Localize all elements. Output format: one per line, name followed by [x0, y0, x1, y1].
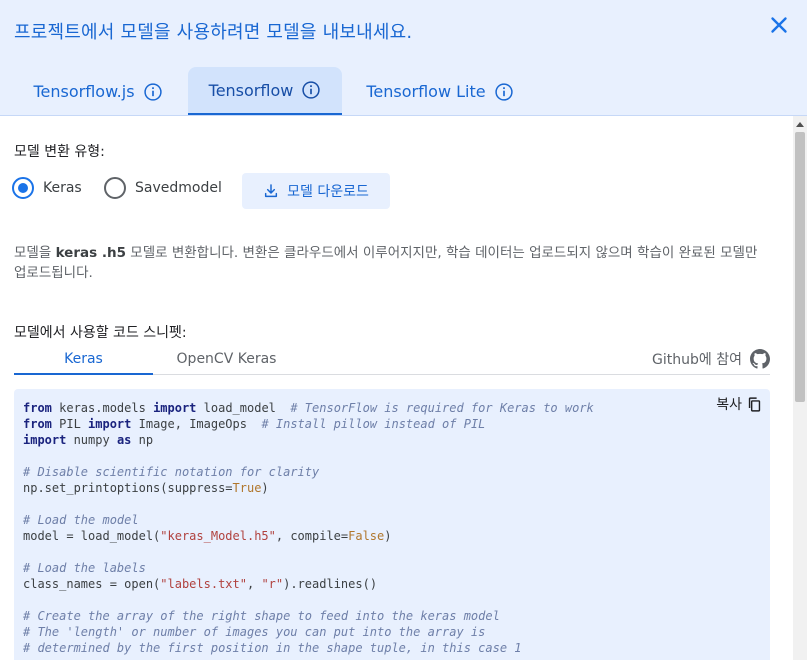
conversion-options: Keras Savedmodel 모델 다운로드 — [12, 173, 412, 209]
radio-circle — [104, 177, 126, 199]
close-icon — [771, 17, 787, 33]
download-label: 모델 다운로드 — [287, 184, 369, 200]
dialog-body: 모델 변환 유형: Keras Savedmodel 모델 다운로드 모델을 k… — [0, 116, 793, 660]
description-text: 모델을 — [14, 245, 56, 261]
info-icon[interactable] — [494, 82, 514, 102]
scroll-up-arrow[interactable] — [793, 118, 807, 130]
tab-tensorflow-lite[interactable]: Tensorflow Lite — [352, 67, 528, 116]
code-tab-keras[interactable]: Keras — [14, 351, 153, 375]
tab-label: Tensorflow Lite — [366, 82, 486, 101]
radio-label: Keras — [43, 180, 82, 196]
copy-button[interactable]: 복사 — [716, 394, 763, 414]
radio-label: Savedmodel — [135, 180, 222, 196]
code-snippet-box: 복사 from keras.models import load_model #… — [14, 389, 770, 660]
radio-keras[interactable]: Keras — [12, 177, 82, 199]
radio-circle — [12, 177, 34, 199]
copy-icon — [748, 396, 761, 412]
conversion-type-label: 모델 변환 유형: — [14, 144, 105, 160]
code-tab-opencv-keras[interactable]: OpenCV Keras — [164, 351, 289, 375]
github-label: Github에 참여 — [652, 352, 742, 368]
download-icon — [265, 184, 278, 198]
dialog-header: 프로젝트에서 모델을 사용하려면 모델을 내보내세요. Tensorflow.j… — [0, 0, 807, 116]
code-snippet-label: 모델에서 사용할 코드 스니펫: — [14, 325, 187, 341]
close-button[interactable] — [766, 12, 792, 38]
download-model-button[interactable]: 모델 다운로드 — [242, 173, 390, 209]
github-icon — [750, 349, 770, 369]
caret-up-icon — [796, 122, 804, 127]
export-tabs: Tensorflow.js Tensorflow Tensorflow Lite — [0, 67, 807, 116]
info-icon[interactable] — [301, 80, 321, 100]
vertical-scrollbar[interactable] — [793, 116, 807, 660]
code-tabs: Keras OpenCV Keras Github에 참여 — [14, 349, 770, 375]
code-content: from keras.models import load_model # Te… — [23, 401, 594, 655]
tab-label: Tensorflow — [208, 80, 294, 100]
description-text: 모델로 변환합니다. 변환은 클라우드에서 이루어지지만, 학습 데이터는 업로… — [14, 245, 758, 281]
info-icon[interactable] — [143, 82, 163, 102]
dialog-title: 프로젝트에서 모델을 사용하려면 모델을 내보내세요. — [14, 22, 413, 43]
copy-label: 복사 — [716, 397, 742, 413]
tab-label: Tensorflow.js — [33, 82, 135, 101]
conversion-description: 모델을 keras .h5 모델로 변환합니다. 변환은 클라우드에서 이루어지… — [14, 243, 774, 283]
scroll-thumb[interactable] — [795, 132, 805, 402]
tab-tensorflow[interactable]: Tensorflow — [188, 67, 342, 116]
description-format: keras .h5 — [55, 245, 126, 261]
tab-tensorflow-js[interactable]: Tensorflow.js — [18, 67, 178, 116]
radio-savedmodel[interactable]: Savedmodel — [104, 177, 222, 199]
github-link[interactable]: Github에 참여 — [652, 349, 770, 369]
